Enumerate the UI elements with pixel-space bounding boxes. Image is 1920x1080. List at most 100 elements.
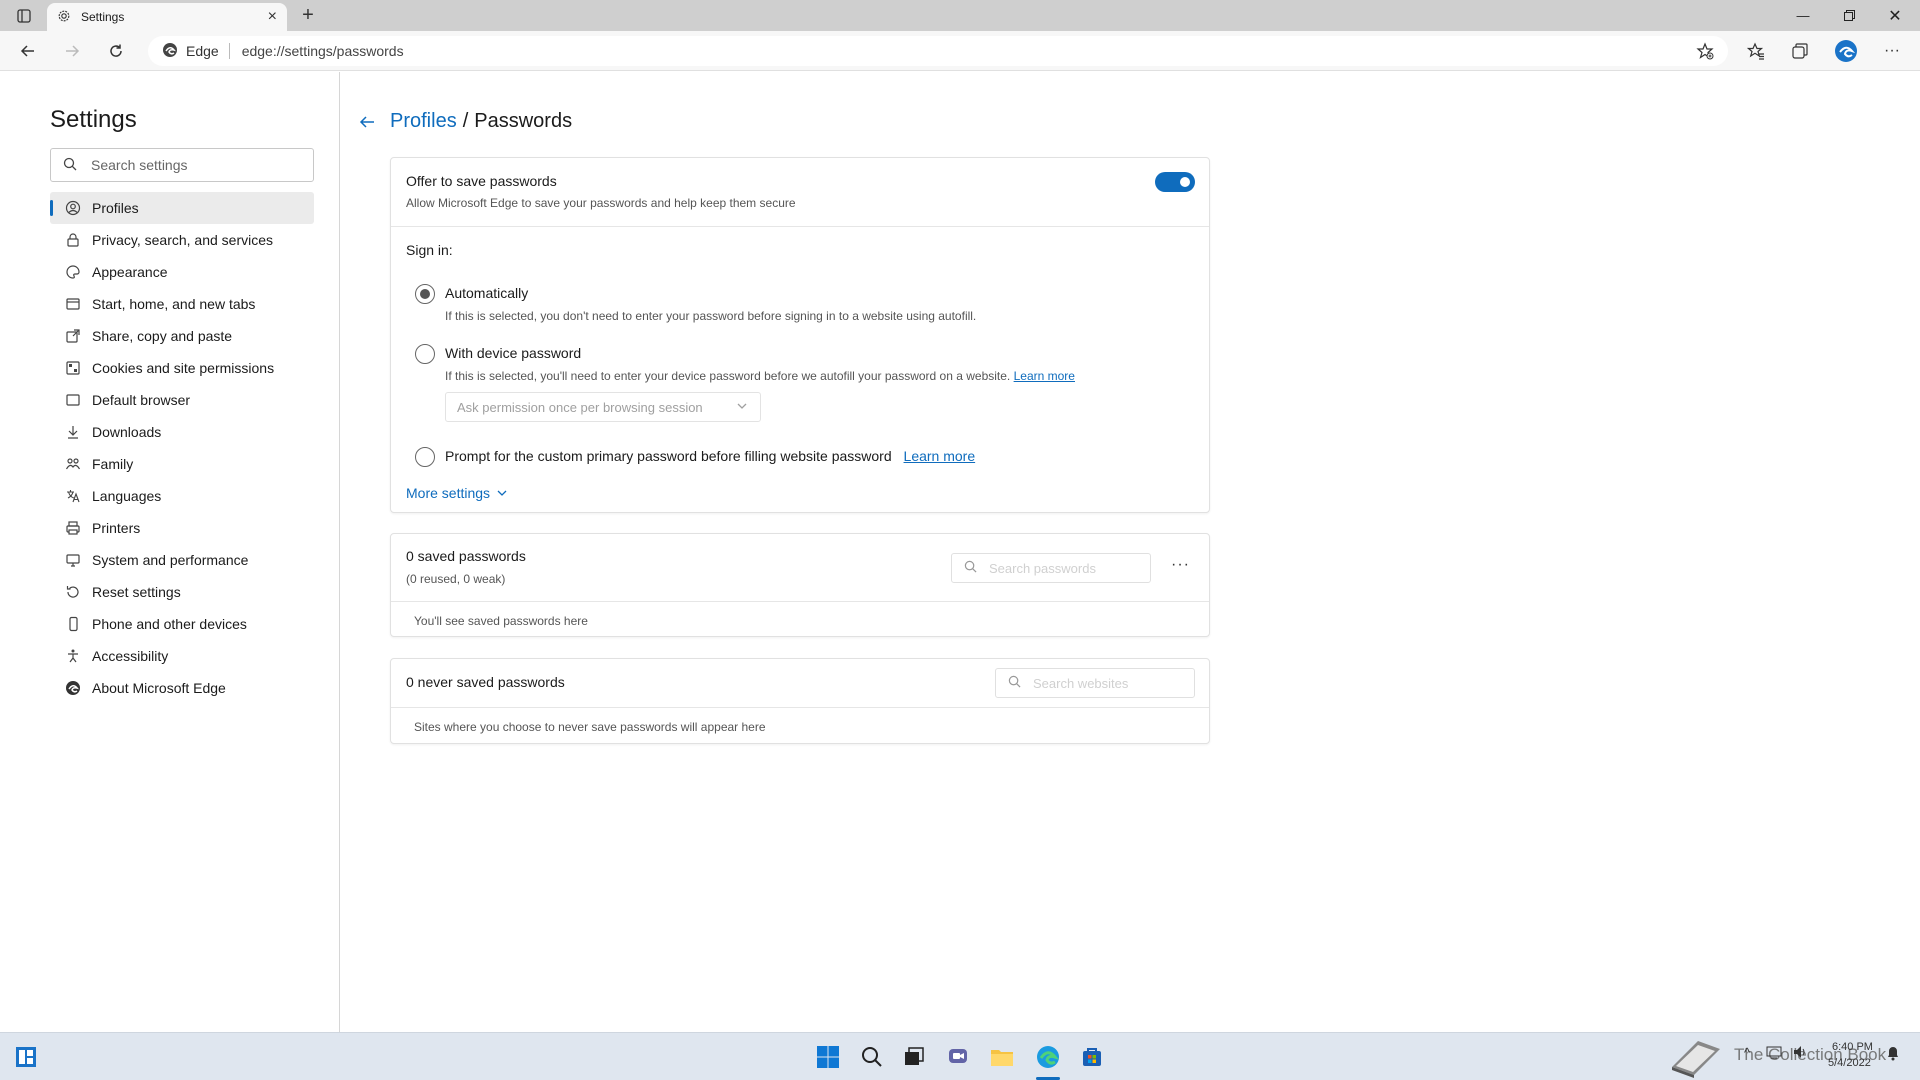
download-icon bbox=[64, 423, 82, 441]
network-icon[interactable] bbox=[1766, 1045, 1782, 1062]
minimize-icon[interactable]: — bbox=[1780, 0, 1826, 31]
never-saved-title: 0 never saved passwords bbox=[406, 674, 565, 690]
address-bar[interactable]: Edge edge://settings/passwords bbox=[148, 36, 1728, 66]
search-icon[interactable] bbox=[858, 1043, 886, 1071]
notification-bell-icon[interactable] bbox=[1886, 1045, 1900, 1064]
radio-device-password-desc-row: If this is selected, you'll need to ente… bbox=[445, 369, 1075, 383]
radio-automatically[interactable] bbox=[415, 284, 435, 304]
sidebar-item-label: Default browser bbox=[92, 392, 191, 408]
sidebar-item-profiles[interactable]: Profiles bbox=[50, 192, 314, 224]
sidebar-item-label: Accessibility bbox=[92, 648, 169, 664]
more-settings-button[interactable]: More settings bbox=[406, 485, 508, 501]
sidebar-item-reset[interactable]: Reset settings bbox=[50, 576, 314, 608]
sidebar-item-label: Appearance bbox=[92, 264, 168, 280]
page-title: Passwords bbox=[474, 110, 573, 132]
settings-search-box[interactable] bbox=[50, 148, 314, 182]
offer-save-toggle[interactable] bbox=[1155, 172, 1195, 192]
sidebar-item-appearance[interactable]: Appearance bbox=[50, 256, 314, 288]
book-watermark-icon bbox=[1668, 1037, 1724, 1080]
clock-time[interactable]: 6:40 PM bbox=[1832, 1041, 1873, 1053]
sidebar-item-about[interactable]: About Microsoft Edge bbox=[50, 672, 314, 704]
home-tabs-icon bbox=[64, 295, 82, 313]
saved-passwords-subtitle: (0 reused, 0 weak) bbox=[406, 572, 506, 586]
reset-icon bbox=[64, 583, 82, 601]
sidebar-item-family[interactable]: Family bbox=[50, 448, 314, 480]
chevron-up-icon[interactable]: ^ bbox=[1744, 1045, 1750, 1060]
clock-date[interactable]: 5/4/2022 bbox=[1828, 1057, 1871, 1069]
start-windows-icon[interactable] bbox=[814, 1043, 842, 1071]
divider bbox=[391, 226, 1209, 227]
add-favorite-icon[interactable] bbox=[1696, 42, 1714, 63]
address-toolbar: Edge edge://settings/passwords ··· bbox=[0, 31, 1920, 71]
sidebar-item-share[interactable]: Share, copy and paste bbox=[50, 320, 314, 352]
edge-taskbar-icon[interactable] bbox=[1034, 1043, 1062, 1071]
active-tab[interactable]: Settings × bbox=[47, 3, 287, 31]
sidebar-item-label: Start, home, and new tabs bbox=[92, 296, 256, 312]
search-passwords-box[interactable] bbox=[951, 553, 1151, 583]
more-menu-icon[interactable]: ··· bbox=[1878, 39, 1906, 63]
accessibility-icon bbox=[64, 647, 82, 665]
widgets-icon[interactable] bbox=[12, 1043, 40, 1071]
sidebar-item-system[interactable]: System and performance bbox=[50, 544, 314, 576]
taskbar: The Collection Book ^ 6:40 PM 5/4/2022 bbox=[0, 1032, 1920, 1080]
radio-device-password-label: With device password bbox=[445, 345, 582, 361]
sidebar-item-label: Share, copy and paste bbox=[92, 328, 233, 344]
system-icon bbox=[64, 551, 82, 569]
file-explorer-icon[interactable] bbox=[988, 1043, 1016, 1071]
restore-icon[interactable] bbox=[1826, 0, 1872, 31]
search-passwords-input[interactable] bbox=[989, 560, 1129, 576]
sidebar-item-phone[interactable]: Phone and other devices bbox=[50, 608, 314, 640]
sidebar-item-languages[interactable]: Languages bbox=[50, 480, 314, 512]
saved-passwords-card: 0 saved passwords (0 reused, 0 weak) ···… bbox=[390, 533, 1210, 637]
chat-icon[interactable] bbox=[944, 1043, 972, 1071]
search-websites-input[interactable] bbox=[1033, 675, 1173, 691]
sidebar-item-label: Downloads bbox=[92, 424, 162, 440]
refresh-button[interactable] bbox=[102, 39, 130, 63]
search-icon bbox=[964, 560, 977, 576]
task-view-icon[interactable] bbox=[900, 1043, 928, 1071]
tab-actions-icon[interactable] bbox=[10, 6, 38, 26]
sidebar-item-accessibility[interactable]: Accessibility bbox=[50, 640, 314, 672]
radio-automatically-desc: If this is selected, you don't need to e… bbox=[445, 309, 977, 323]
sidebar-item-label: Languages bbox=[92, 488, 162, 504]
sidebar-item-cookies[interactable]: Cookies and site permissions bbox=[50, 352, 314, 384]
more-settings-label: More settings bbox=[406, 485, 491, 501]
url-text[interactable]: edge://settings/passwords bbox=[242, 43, 404, 59]
close-window-icon[interactable]: ✕ bbox=[1872, 0, 1918, 31]
volume-icon[interactable] bbox=[1793, 1045, 1809, 1062]
breadcrumb-separator: / bbox=[462, 110, 469, 132]
more-options-icon[interactable]: ··· bbox=[1171, 556, 1190, 574]
close-tab-icon[interactable]: × bbox=[268, 8, 277, 26]
sidebar-item-downloads[interactable]: Downloads bbox=[50, 416, 314, 448]
back-button[interactable] bbox=[14, 39, 42, 63]
never-saved-card: 0 never saved passwords Sites where you … bbox=[390, 658, 1210, 744]
device-learn-more-link[interactable]: Learn more bbox=[1014, 369, 1075, 383]
search-settings-input[interactable] bbox=[91, 157, 291, 173]
store-icon[interactable] bbox=[1078, 1043, 1106, 1071]
cookies-icon bbox=[64, 359, 82, 377]
radio-custom-primary-password[interactable] bbox=[415, 447, 435, 467]
breadcrumb-profiles-link[interactable]: Profiles bbox=[390, 110, 457, 133]
settings-sidebar: Settings Profiles Privacy, search, and s… bbox=[0, 72, 340, 1032]
back-arrow-icon[interactable] bbox=[358, 114, 376, 130]
sidebar-item-start-home[interactable]: Start, home, and new tabs bbox=[50, 288, 314, 320]
offer-save-subtitle: Allow Microsoft Edge to save your passwo… bbox=[406, 196, 796, 210]
collections-icon[interactable] bbox=[1786, 39, 1814, 63]
device-dropdown-value: Ask permission once per browsing session bbox=[457, 399, 703, 415]
sidebar-item-label: Reset settings bbox=[92, 584, 181, 600]
settings-nav: Profiles Privacy, search, and services A… bbox=[50, 192, 314, 704]
profile-avatar-icon[interactable] bbox=[1832, 39, 1860, 63]
appearance-icon bbox=[64, 263, 82, 281]
language-icon bbox=[64, 487, 82, 505]
search-websites-box[interactable] bbox=[995, 668, 1195, 698]
device-password-dropdown[interactable]: Ask permission once per browsing session bbox=[445, 392, 761, 422]
forward-button[interactable] bbox=[58, 39, 86, 63]
new-tab-button[interactable]: + bbox=[296, 5, 320, 27]
custom-learn-more-link[interactable]: Learn more bbox=[904, 448, 976, 464]
sidebar-item-default-browser[interactable]: Default browser bbox=[50, 384, 314, 416]
favorites-icon[interactable] bbox=[1742, 39, 1770, 63]
sidebar-item-privacy[interactable]: Privacy, search, and services bbox=[50, 224, 314, 256]
sidebar-item-printers[interactable]: Printers bbox=[50, 512, 314, 544]
radio-device-password-desc: If this is selected, you'll need to ente… bbox=[445, 369, 1011, 383]
radio-device-password[interactable] bbox=[415, 344, 435, 364]
